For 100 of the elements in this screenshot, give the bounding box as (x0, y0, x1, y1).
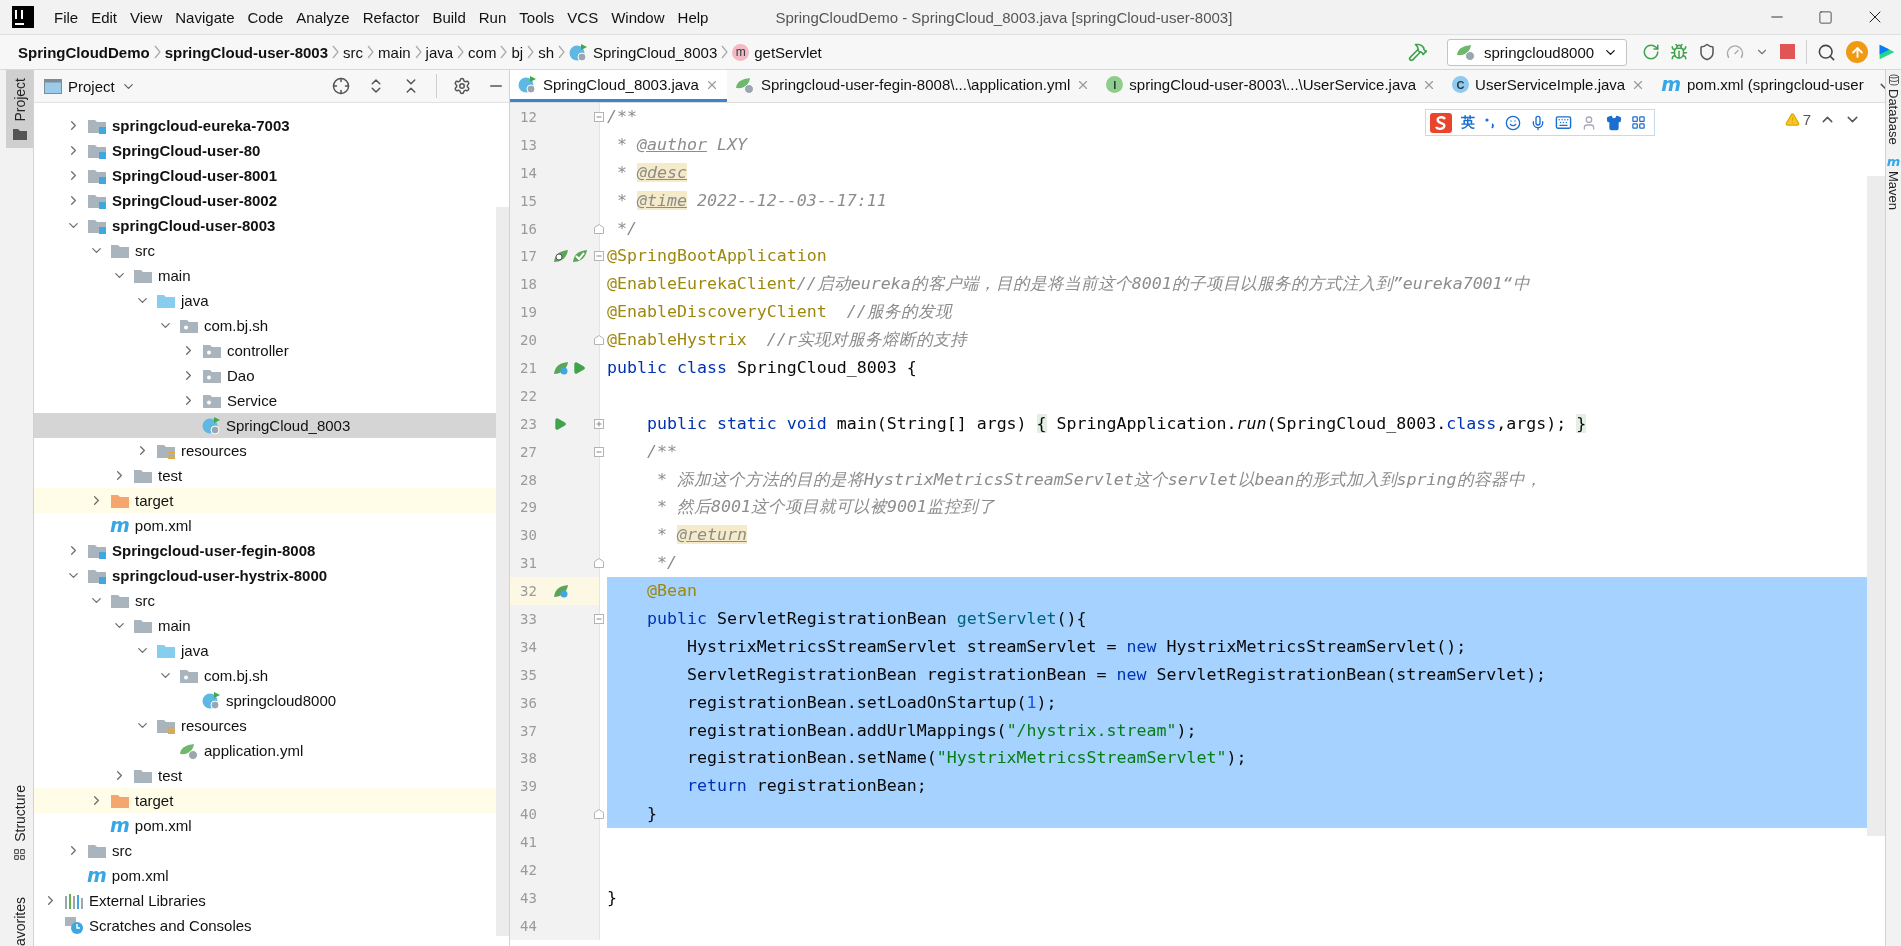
search-icon[interactable] (1817, 42, 1836, 62)
tree-item[interactable]: Service (227, 392, 278, 409)
menu-item[interactable]: View (124, 5, 169, 29)
selected-tree-row[interactable]: SpringCloud_8003 (34, 413, 496, 438)
scrollbar-thumb[interactable] (496, 207, 509, 936)
keyboard-icon[interactable] (1555, 114, 1572, 131)
tool-window-tab[interactable]: Database (1886, 74, 1901, 145)
rerun-icon[interactable] (1642, 43, 1660, 61)
breadcrumb[interactable]: java (425, 43, 454, 61)
settings-icon[interactable] (453, 77, 471, 95)
fold-marker-icon[interactable] (594, 251, 604, 262)
tree-item[interactable]: target (135, 492, 174, 509)
tree-item[interactable]: pom.xml (134, 517, 192, 534)
tool-window-tab[interactable]: m Maven (1886, 154, 1901, 210)
tree-item[interactable]: target (135, 792, 174, 809)
bean-icon[interactable] (553, 359, 569, 376)
breadcrumb[interactable]: SpringCloud_8003 (592, 43, 718, 61)
line-number: 41 (519, 834, 538, 851)
maximize-icon[interactable] (1818, 9, 1833, 25)
breadcrumb[interactable]: getServlet (754, 43, 822, 61)
menu-item[interactable]: Analyze (290, 5, 356, 29)
ime-logo-icon[interactable] (1430, 112, 1452, 133)
menu-item[interactable]: File (48, 5, 85, 29)
tree-item[interactable]: main (158, 617, 191, 634)
fold-marker-icon[interactable] (594, 614, 604, 625)
tree-item[interactable]: com.bj.sh (204, 317, 269, 334)
expand-fold-icon[interactable] (594, 418, 604, 429)
fold-marker-icon[interactable] (594, 112, 604, 122)
tree-item[interactable]: controller (227, 342, 289, 359)
coverage-shield-icon[interactable] (1698, 43, 1716, 61)
tree-item[interactable]: SpringCloud-user-80 (112, 142, 261, 159)
menu-item[interactable]: Build (426, 5, 472, 29)
shirt-icon[interactable] (1606, 114, 1622, 131)
menu-item[interactable]: VCS (561, 5, 605, 29)
tree-item[interactable]: application.yml (204, 742, 304, 759)
tree-item[interactable]: src (135, 242, 155, 259)
tool-window-tab[interactable]: avorites (6, 888, 33, 946)
tree-item[interactable]: resources (181, 717, 247, 734)
tree-item[interactable]: SpringCloud-user-8001 (112, 167, 278, 184)
tree-item[interactable]: main (158, 267, 191, 284)
tree-item[interactable]: springcloud-user-hystrix-8000 (112, 567, 328, 584)
tree-item[interactable]: SpringCloud_8003 (226, 417, 351, 434)
scrollbar-thumb[interactable] (1867, 176, 1885, 836)
fold-marker-icon[interactable] (594, 446, 604, 457)
breadcrumb[interactable]: bj (511, 43, 524, 61)
breadcrumb[interactable]: main (378, 43, 411, 61)
tree-item[interactable]: java (181, 292, 209, 309)
tree-item[interactable]: springcloud8000 (226, 692, 337, 709)
menu-item[interactable]: Tools (513, 5, 561, 29)
tree-item[interactable]: springcloud-eureka-7003 (112, 117, 290, 134)
tree-item[interactable]: Dao (227, 367, 255, 384)
menu-item[interactable]: Run (472, 5, 513, 29)
menu-item[interactable]: Window (605, 5, 671, 29)
editor-tab[interactable]: Springcloud-user-fegin-8008\...\application.yml (726, 70, 1099, 102)
tool-window-tab[interactable]: Project (6, 70, 33, 148)
tree-item[interactable]: java (181, 642, 209, 659)
run-icon[interactable] (572, 360, 586, 375)
run-configuration-dropdown[interactable]: springcloud8000 (1447, 38, 1627, 66)
menu-item[interactable]: Help (671, 5, 715, 29)
tree-item[interactable]: pom.xml (111, 867, 169, 884)
menu-item[interactable]: Edit (85, 5, 124, 29)
locate-crosshair-icon[interactable] (332, 77, 350, 95)
panel-title[interactable]: Project (68, 77, 115, 95)
editor-tab[interactable]: C UserServiceImple.java (1444, 70, 1654, 102)
emoji-icon[interactable] (1505, 114, 1521, 131)
tree-item[interactable]: test (158, 767, 183, 784)
bean-check-icon[interactable] (572, 248, 588, 265)
build-hammer-icon[interactable] (1408, 42, 1428, 62)
tree-item[interactable]: src (135, 592, 155, 609)
menu-item[interactable]: Navigate (169, 5, 241, 29)
editor-tab[interactable]: SpringCloud_8003.java (510, 70, 727, 102)
tree-item[interactable]: Springcloud-user-fegin-8008 (112, 542, 316, 559)
ime-language-toggle[interactable]: 英 (1461, 113, 1475, 132)
breadcrumb[interactable]: com (468, 43, 497, 61)
tree-item[interactable]: External Libraries (89, 892, 206, 909)
bean-icon[interactable] (553, 583, 569, 600)
microphone-icon[interactable] (1530, 114, 1546, 131)
breadcrumb[interactable]: src (343, 43, 364, 61)
tree-item[interactable]: src (112, 842, 132, 859)
bean-search-icon[interactable] (553, 248, 569, 265)
debug-bug-icon[interactable] (1670, 43, 1688, 61)
tree-item[interactable]: resources (181, 442, 247, 459)
menu-item[interactable]: Refactor (356, 5, 426, 29)
breadcrumb[interactable]: sh (538, 43, 554, 61)
editor-tab[interactable]: I springCloud-user-8003\...\UserService.java (1098, 70, 1445, 102)
breadcrumb[interactable]: SpringCloudDemo (18, 43, 150, 61)
tool-window-tab[interactable]: Structure (6, 777, 33, 869)
tree-item[interactable]: com.bj.sh (204, 667, 269, 684)
breadcrumb[interactable]: springCloud-user-8003 (164, 43, 329, 61)
warnings-counter[interactable]: 7 (1784, 111, 1811, 128)
tree-item[interactable]: pom.xml (134, 817, 192, 834)
tree-item[interactable]: springCloud-user-8003 (112, 217, 276, 234)
menu-item[interactable]: Code (241, 5, 290, 29)
run-icon[interactable] (553, 416, 567, 431)
tree-item[interactable]: test (158, 467, 183, 484)
grid-icon[interactable] (1631, 115, 1646, 130)
editor-tab[interactable]: m pom.xml (springcloud-user (1653, 70, 1872, 102)
stop-icon[interactable] (1780, 44, 1796, 60)
tree-item[interactable]: SpringCloud-user-8002 (112, 192, 278, 209)
tree-item[interactable]: Scratches and Consoles (89, 917, 252, 934)
